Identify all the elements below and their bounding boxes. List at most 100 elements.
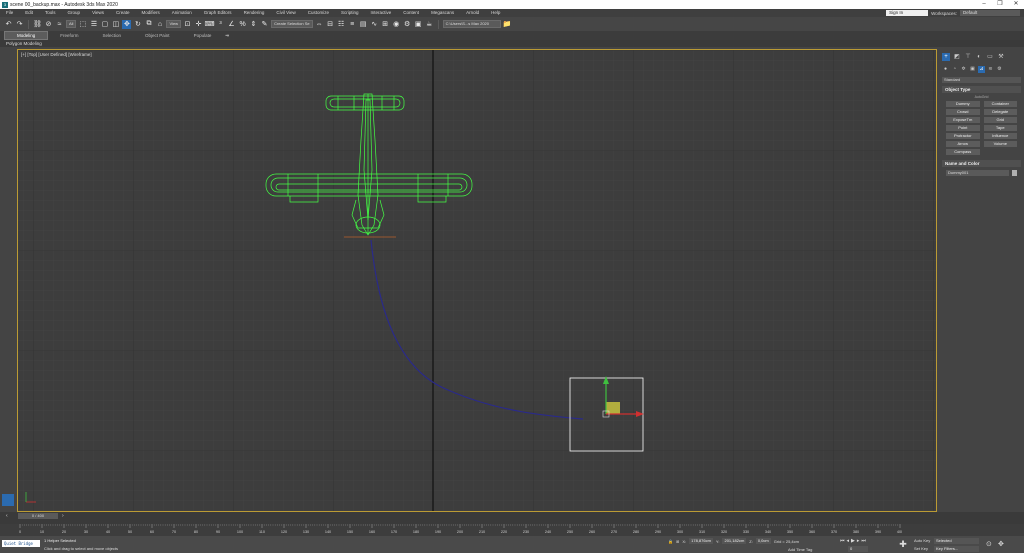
next-frame-icon[interactable]: ▸ <box>857 538 860 544</box>
volume-button[interactable]: Volume <box>983 141 1017 147</box>
reference-coordinate-dropdown[interactable]: View <box>166 20 182 28</box>
lock-selection-icon[interactable]: 🔒 <box>668 539 673 544</box>
spinner-snap-icon[interactable]: ⇕ <box>249 20 258 29</box>
menu-views[interactable]: Views <box>86 9 110 17</box>
lights-icon[interactable]: ✲ <box>960 66 967 73</box>
influence-button[interactable]: Influence <box>983 133 1017 139</box>
time-slider-next-icon[interactable]: › <box>62 513 64 519</box>
tab-object-paint[interactable]: Object Paint <box>133 31 182 40</box>
helpers-icon[interactable]: ⊿ <box>978 66 985 73</box>
add-time-tag[interactable]: Add Time Tag <box>788 547 812 552</box>
maxscript-listener[interactable]: Quiet Bridge <box>2 540 40 547</box>
menu-graph-editors[interactable]: Graph Editors <box>198 9 238 17</box>
protractor-button[interactable]: Protractor <box>946 133 980 139</box>
curve-editor-icon[interactable]: ∿ <box>370 20 379 29</box>
edit-named-selection-icon[interactable]: ✎ <box>260 20 269 29</box>
object-type-rollout[interactable]: Object Type <box>942 86 1021 93</box>
exposetm-button[interactable]: ExposeTm <box>946 117 980 123</box>
tab-modeling[interactable]: Modeling <box>4 31 49 40</box>
menu-arnold[interactable]: Arnold <box>460 9 485 17</box>
x-coordinate-field[interactable]: 178,876cm <box>689 538 713 544</box>
container-button[interactable]: Container <box>983 101 1017 107</box>
geometry-icon[interactable]: ● <box>942 66 949 73</box>
app-icon[interactable]: 3 <box>2 1 8 8</box>
compass-button[interactable]: Compass <box>946 149 980 155</box>
rectangular-selection-icon[interactable]: ▢ <box>100 20 109 29</box>
set-key-icon[interactable]: ✚ <box>898 539 908 550</box>
track-bar[interactable]: 0 10 20 30 40 50 60 70 80 90 100 110 120 130 140 150 160… <box>0 524 1024 536</box>
menu-civil-view[interactable]: Civil View <box>270 9 301 17</box>
systems-icon[interactable]: ⚙ <box>996 66 1003 73</box>
toggle-scene-explorer-icon[interactable]: ☷ <box>337 20 346 29</box>
close-button[interactable]: ✕ <box>1008 0 1024 9</box>
angle-snap-icon[interactable]: ∠ <box>227 20 236 29</box>
motion-tab-icon[interactable]: ◐ <box>975 53 983 61</box>
sign-in-dropdown[interactable]: Sign In <box>886 10 929 16</box>
menu-file[interactable]: File <box>0 9 19 17</box>
utilities-tab-icon[interactable]: ⚒ <box>997 53 1005 61</box>
menu-content[interactable]: Content <box>397 9 425 17</box>
menu-tools[interactable]: Tools <box>39 9 62 17</box>
object-name-field[interactable]: Dummy001 <box>946 170 1009 176</box>
create-tab-icon[interactable]: + <box>942 53 950 61</box>
shapes-icon[interactable]: ◔ <box>951 66 958 73</box>
named-selection-sets-dropdown[interactable]: Create Selection Se <box>271 20 313 28</box>
time-slider-prev-icon[interactable]: ‹ <box>6 513 8 519</box>
viewport-label[interactable]: [+] [Top] [User Defined] [Wireframe] <box>21 52 92 57</box>
dummy-button[interactable]: Dummy <box>946 101 980 107</box>
viewport-top[interactable]: [+] [Top] [User Defined] [Wireframe] <box>17 49 937 512</box>
menu-group[interactable]: Group <box>62 9 87 17</box>
viewport-navigation-icon[interactable]: ✥ <box>998 540 1004 548</box>
percent-snap-icon[interactable]: % <box>238 20 247 29</box>
tab-selection[interactable]: Selection <box>91 31 134 40</box>
toggle-ribbon-icon[interactable]: ▤ <box>359 20 368 29</box>
name-and-color-rollout[interactable]: Name and Color <box>942 160 1021 167</box>
time-configuration-icon[interactable]: ⊙ <box>986 540 992 548</box>
selection-filter-dropdown[interactable]: All <box>66 20 77 28</box>
snaps-toggle-icon[interactable]: ³ <box>216 20 225 29</box>
select-manipulate-icon[interactable]: ✛ <box>194 20 203 29</box>
select-and-rotate-icon[interactable]: ↻ <box>133 20 142 29</box>
time-slider[interactable]: 0 / 400 <box>18 513 58 519</box>
auto-key-button[interactable]: Auto Key <box>914 538 930 543</box>
z-coordinate-field[interactable]: 0,0cm <box>755 538 771 544</box>
keyboard-shortcut-override-icon[interactable]: ⌨ <box>205 20 215 29</box>
undo-icon[interactable]: ↶ <box>4 20 13 29</box>
select-by-name-icon[interactable]: ☰ <box>89 20 98 29</box>
object-color-swatch[interactable] <box>1012 170 1017 176</box>
key-filters-button[interactable]: Key Filters... <box>934 546 979 552</box>
polygon-modeling-label[interactable]: Polygon Modeling <box>6 40 42 47</box>
menu-customize[interactable]: Customize <box>302 9 335 17</box>
toggle-layer-explorer-icon[interactable]: ≡ <box>348 20 357 29</box>
workspace-dropdown[interactable]: Default <box>960 10 1020 16</box>
mirror-icon[interactable]: ⇔ <box>315 20 324 29</box>
menu-animation[interactable]: Animation <box>166 9 198 17</box>
select-object-icon[interactable]: ⬚ <box>78 20 87 29</box>
menu-megascans[interactable]: Megascans <box>425 9 460 17</box>
unlink-icon[interactable]: ⊘ <box>44 20 53 29</box>
modify-tab-icon[interactable]: ◩ <box>953 53 961 61</box>
window-crossing-icon[interactable]: ◫ <box>111 20 120 29</box>
space-warps-icon[interactable]: ≋ <box>987 66 994 73</box>
point-button[interactable]: Point <box>946 125 980 131</box>
folder-icon[interactable]: 📁 <box>503 20 512 29</box>
bind-space-warp-icon[interactable]: ≈ <box>55 20 64 29</box>
menu-edit[interactable]: Edit <box>19 9 39 17</box>
project-folder-dropdown[interactable]: C:\Users\S...s Max 2020 <box>442 20 501 28</box>
cameras-icon[interactable]: ▣ <box>969 66 976 73</box>
tape-button[interactable]: Tape <box>983 125 1017 131</box>
menu-modifiers[interactable]: Modifiers <box>136 9 166 17</box>
menu-help[interactable]: Help <box>485 9 506 17</box>
select-and-place-icon[interactable]: ⌂ <box>155 20 164 29</box>
render-production-icon[interactable]: ☕ <box>425 20 434 29</box>
delegate-button[interactable]: Delegate <box>983 109 1017 115</box>
schematic-view-icon[interactable]: ⊞ <box>381 20 390 29</box>
current-frame-field[interactable]: 0 <box>848 546 868 552</box>
category-dropdown[interactable]: Standard <box>942 77 1021 83</box>
menu-scripting[interactable]: Scripting <box>335 9 365 17</box>
align-icon[interactable]: ⊟ <box>326 20 335 29</box>
select-and-move-icon[interactable]: ✥ <box>122 19 132 29</box>
material-editor-icon[interactable]: ◉ <box>392 20 401 29</box>
viewport-canvas[interactable] <box>18 50 937 512</box>
crowd-button[interactable]: Crowd <box>946 109 980 115</box>
